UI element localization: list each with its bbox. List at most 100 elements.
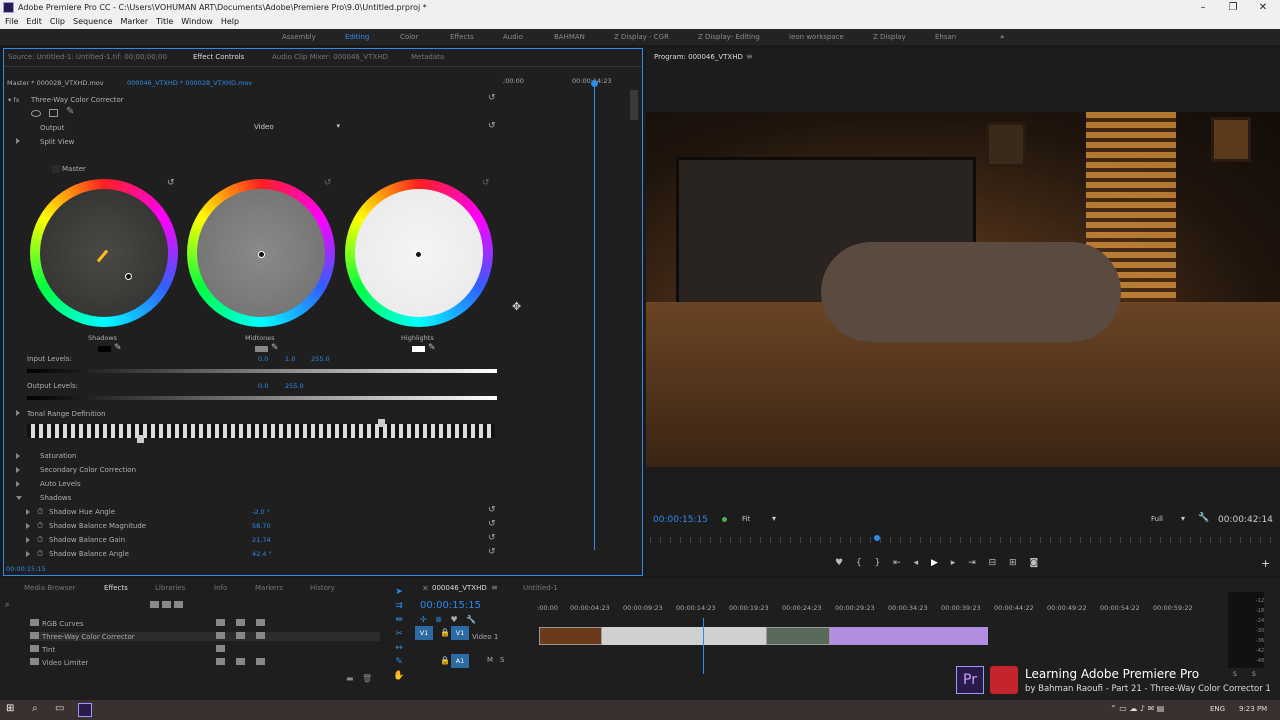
step-forward-icon[interactable]: ▸ xyxy=(951,558,956,568)
panel-menu-icon[interactable]: ≡ xyxy=(491,583,498,592)
settings-icon[interactable]: 🔧 xyxy=(466,615,476,624)
solo-button[interactable]: S xyxy=(500,656,504,664)
master-checkbox[interactable] xyxy=(52,165,60,173)
windows-start-icon[interactable]: ⊞ xyxy=(6,703,14,714)
list-item[interactable]: Tint xyxy=(30,645,380,654)
expand-icon[interactable] xyxy=(16,453,20,459)
workspace-assembly[interactable]: Assembly xyxy=(282,33,316,41)
lift-icon[interactable]: ⊟ xyxy=(989,558,997,568)
master-clip-label[interactable]: Master * 000028_VTXHD.mov xyxy=(7,79,104,87)
panel-menu-icon[interactable]: ≡ xyxy=(746,52,753,61)
razor-tool-icon[interactable]: ✂ xyxy=(392,627,406,641)
program-playhead[interactable] xyxy=(874,535,880,541)
solo-right-button[interactable]: S xyxy=(1252,671,1256,678)
mark-out-icon[interactable]: } xyxy=(875,558,881,568)
ec-playhead[interactable] xyxy=(594,80,595,550)
tab-untitled[interactable]: Untitled-1 xyxy=(523,584,558,592)
stopwatch-icon[interactable]: ⏱ xyxy=(37,535,43,545)
workspace-audio[interactable]: Audio xyxy=(503,33,523,41)
output-levels-slider[interactable] xyxy=(27,396,497,400)
workspace-zdisplay-editing[interactable]: Z Display- Editing xyxy=(698,33,760,41)
input-gray-value[interactable]: 1.0 xyxy=(285,355,295,363)
lock-icon[interactable]: 🔒 xyxy=(440,628,450,637)
32bit-icon[interactable] xyxy=(162,601,171,608)
ec-current-timecode[interactable]: 00:00:15:15 xyxy=(6,565,46,573)
timeline-timecode[interactable]: 00:00:15:15 xyxy=(420,600,481,611)
eyedropper-icon[interactable]: ✎ xyxy=(428,343,436,353)
tonal-range-label[interactable]: Tonal Range Definition xyxy=(27,410,106,418)
menu-clip[interactable]: Clip xyxy=(50,15,65,29)
reset-icon[interactable]: ↺ xyxy=(488,93,496,103)
premiere-taskbar-icon[interactable] xyxy=(78,703,92,717)
fx-icon[interactable]: ▾ fx xyxy=(8,96,19,104)
go-to-out-icon[interactable]: ⇥ xyxy=(968,558,976,568)
menu-help[interactable]: Help xyxy=(221,15,239,29)
reset-icon[interactable]: ↺ xyxy=(488,505,496,515)
workspace-bahman[interactable]: BAHMAN xyxy=(554,33,585,41)
expand-icon[interactable] xyxy=(16,481,20,487)
expand-icon[interactable] xyxy=(16,138,20,144)
param-value[interactable]: -2.0 ° xyxy=(252,508,270,516)
ellipse-mask-icon[interactable] xyxy=(31,110,41,117)
video-clip[interactable] xyxy=(602,627,766,645)
solo-left-button[interactable]: S xyxy=(1233,671,1237,678)
restore-icon[interactable]: ❐ xyxy=(1218,1,1248,14)
tab-sequence[interactable]: 000046_VTXHD xyxy=(432,584,487,592)
stopwatch-icon[interactable]: ⏱ xyxy=(37,521,43,531)
midtones-swatch[interactable] xyxy=(255,346,268,352)
stopwatch-icon[interactable]: ⏱ xyxy=(37,549,43,559)
workspace-effects[interactable]: Effects xyxy=(450,33,474,41)
tab-effect-controls[interactable]: Effect Controls xyxy=(193,53,244,61)
reset-icon[interactable]: ↺ xyxy=(488,533,496,543)
lock-icon[interactable]: 🔒 xyxy=(440,656,450,665)
search-icon[interactable]: ⌕ xyxy=(5,600,9,610)
program-title[interactable]: Program: 000046_VTXHD xyxy=(654,53,743,61)
tray-icons[interactable]: ⌃ ▭ ☁ ♪ ✉ ▤ xyxy=(1110,704,1164,713)
menu-title[interactable]: Title xyxy=(156,15,173,29)
list-item[interactable]: Video Limiter xyxy=(30,658,380,667)
pen-mask-icon[interactable]: ✎ xyxy=(66,106,74,117)
fit-dropdown[interactable]: Fit xyxy=(742,515,750,523)
tab-metadata[interactable]: Metadata xyxy=(411,53,444,61)
play-icon[interactable]: ▶ xyxy=(931,558,938,568)
go-to-in-icon[interactable]: ⇤ xyxy=(893,558,901,568)
ec-playhead-handle[interactable] xyxy=(591,80,598,87)
tab-libraries[interactable]: Libraries xyxy=(155,584,185,592)
add-marker-icon[interactable]: ♥ xyxy=(451,615,458,624)
split-view-label[interactable]: Split View xyxy=(40,138,74,146)
midtones-wheel-handle[interactable] xyxy=(258,251,265,258)
stopwatch-icon[interactable]: ⏱ xyxy=(37,507,43,517)
search-icon[interactable]: ⌕ xyxy=(32,703,38,714)
menu-window[interactable]: Window xyxy=(181,15,213,29)
list-item[interactable]: RGB Curves xyxy=(30,619,380,628)
input-white-value[interactable]: 255.0 xyxy=(311,355,330,363)
snap-icon[interactable]: ✢ xyxy=(420,615,427,624)
expand-icon[interactable] xyxy=(16,467,20,473)
reset-icon[interactable]: ↺ xyxy=(167,178,175,188)
video-clip[interactable] xyxy=(830,627,988,645)
tonal-range-handle[interactable] xyxy=(378,419,385,427)
hand-tool-icon[interactable]: ✋ xyxy=(392,669,406,683)
rectangle-mask-icon[interactable] xyxy=(49,109,58,117)
program-timecode[interactable]: 00:00:15:15 xyxy=(653,515,708,525)
menu-sequence[interactable]: Sequence xyxy=(73,15,112,29)
tab-media-browser[interactable]: Media Browser xyxy=(24,584,76,592)
chevron-down-icon[interactable]: ▾ xyxy=(1181,514,1185,523)
shadows-swatch[interactable] xyxy=(98,346,111,352)
close-icon[interactable]: ✕ xyxy=(422,584,429,593)
effect-name[interactable]: Three-Way Color Corrector xyxy=(31,96,124,104)
minimize-icon[interactable]: – xyxy=(1188,1,1218,14)
tab-effects[interactable]: Effects xyxy=(104,584,128,592)
auto-levels-label[interactable]: Auto Levels xyxy=(40,480,81,488)
extract-icon[interactable]: ⊞ xyxy=(1009,558,1017,568)
workspace-zdisplay[interactable]: Z Display xyxy=(873,33,906,41)
new-bin-icon[interactable]: ▬ xyxy=(346,674,354,683)
close-icon[interactable]: ✕ xyxy=(1248,1,1278,14)
menu-edit[interactable]: Edit xyxy=(26,15,42,29)
reset-icon[interactable]: ↺ xyxy=(488,121,496,131)
menu-marker[interactable]: Marker xyxy=(120,15,148,29)
expand-icon[interactable] xyxy=(26,509,30,515)
wrench-icon[interactable]: 🔧 xyxy=(1198,513,1209,523)
reset-icon[interactable]: ↺ xyxy=(488,547,496,557)
workspace-zdisplay-cgr[interactable]: Z Display - CGR xyxy=(614,33,669,41)
